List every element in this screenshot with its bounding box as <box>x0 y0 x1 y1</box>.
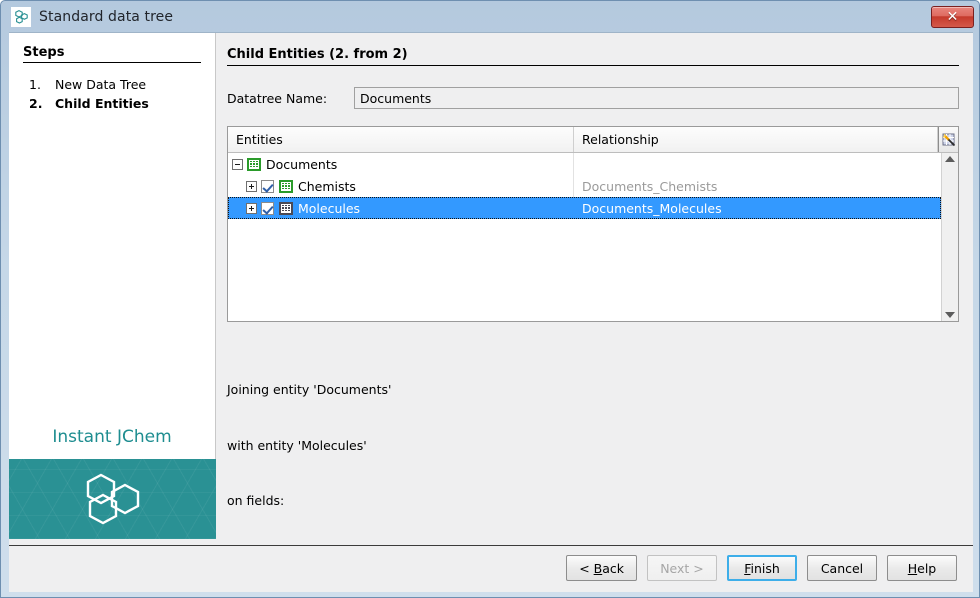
entity-cell: Chemists <box>228 175 574 197</box>
help-button-label: Help <box>907 560 937 576</box>
window-title: Standard data tree <box>39 8 174 25</box>
molecule-hexagon-logo <box>86 473 139 525</box>
close-icon: ✕ <box>946 9 959 25</box>
table-rows: Documents Chemists Documents_Chemists Mo… <box>228 153 941 321</box>
entity-checkbox[interactable] <box>261 179 274 193</box>
steps-title: Steps <box>23 45 65 60</box>
brand-panel <box>9 459 216 539</box>
steps-list: 1. New Data Tree 2. Child Entities <box>9 75 215 113</box>
back-button[interactable]: < Back <box>566 555 637 581</box>
title-bar: Standard data tree ✕ <box>1 1 979 32</box>
cancel-button[interactable]: Cancel <box>807 555 877 581</box>
help-button[interactable]: Help <box>887 555 957 581</box>
brand-name: Instant JChem <box>52 427 172 447</box>
step-item-1: 1. New Data Tree <box>29 75 215 94</box>
finish-button[interactable]: Finish <box>727 555 797 581</box>
page-title: Child Entities (2. from 2) <box>227 47 408 62</box>
step-number: 1. <box>29 77 41 92</box>
datatree-name-row: Datatree Name: <box>227 87 959 109</box>
page-title-divider <box>227 65 959 66</box>
step-item-2: 2. Child Entities <box>29 94 215 113</box>
relationship-cell <box>574 153 941 175</box>
entity-grid-icon <box>247 157 261 171</box>
next-button-label: Next > <box>660 560 704 576</box>
close-button[interactable]: ✕ <box>931 6 974 28</box>
step-label: New Data Tree <box>55 77 147 92</box>
entity-grid-icon <box>279 201 293 215</box>
table-row[interactable]: Documents <box>228 153 941 175</box>
table-row[interactable]: Molecules Documents_Molecules <box>228 197 941 219</box>
entity-label: Molecules <box>298 200 361 216</box>
dialog-window: Standard data tree ✕ Steps 1. New Data T… <box>0 0 980 598</box>
expander-minus-icon[interactable] <box>232 158 243 170</box>
step-label: Child Entities <box>55 96 149 111</box>
next-button[interactable]: Next > <box>647 555 717 581</box>
entity-label: Chemists <box>298 178 356 194</box>
table-body-area: Documents Chemists Documents_Chemists Mo… <box>228 153 958 321</box>
dialog-body: Steps 1. New Data Tree 2. Child Entities… <box>9 32 973 592</box>
expander-plus-icon[interactable] <box>246 202 257 214</box>
relationship-cell: Documents_Molecules <box>582 200 722 216</box>
steps-divider <box>23 62 201 63</box>
scroll-up-arrow-icon[interactable] <box>945 156 955 162</box>
step-number: 2. <box>29 96 43 111</box>
entity-cell: Documents <box>228 153 574 175</box>
finish-button-label: Finish <box>744 560 780 576</box>
entity-checkbox[interactable] <box>261 201 274 215</box>
back-button-label: < Back <box>579 560 624 576</box>
description-line-2: with entity 'Molecules' <box>227 437 367 453</box>
steps-sidebar: Steps 1. New Data Tree 2. Child Entities… <box>9 33 216 539</box>
cancel-button-label: Cancel <box>820 560 864 576</box>
entity-cell: Molecules <box>228 197 574 219</box>
entity-label: Documents <box>266 156 338 172</box>
molecule-hexagon-icon <box>11 6 31 27</box>
table-header-row: Entities Relationship <box>228 127 958 153</box>
expander-plus-icon[interactable] <box>246 180 257 192</box>
column-header-entities[interactable]: Entities <box>228 127 574 152</box>
datatree-name-label: Datatree Name: <box>227 90 328 106</box>
dialog-footer: < Back Next > Finish Cancel Help <box>9 545 973 590</box>
content-panel: Child Entities (2. from 2) Datatree Name… <box>216 33 973 592</box>
description-line-3: on fields: <box>227 493 285 508</box>
table-vertical-scrollbar[interactable] <box>941 153 958 321</box>
description-line-1: Joining entity 'Documents' <box>227 382 392 397</box>
entity-grid-icon <box>279 179 293 193</box>
scroll-down-arrow-icon[interactable] <box>945 312 955 318</box>
relationship-cell: Documents_Chemists <box>582 178 718 194</box>
table-row[interactable]: Chemists Documents_Chemists <box>228 175 941 197</box>
datatree-name-input[interactable] <box>354 87 959 109</box>
column-header-relationship[interactable]: Relationship <box>574 127 938 152</box>
table-columns-wand-icon[interactable] <box>938 127 958 152</box>
entities-table: Entities Relationship Documents Chemists… <box>227 126 959 322</box>
